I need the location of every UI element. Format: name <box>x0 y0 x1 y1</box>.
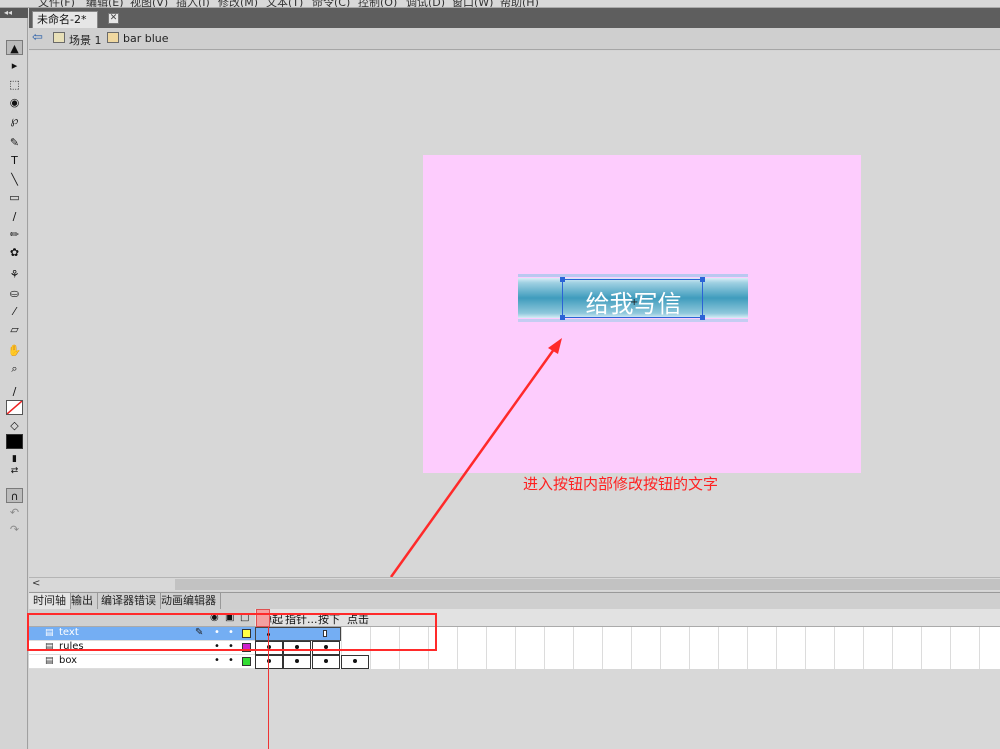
scroll-thumb[interactable] <box>175 579 1000 590</box>
annotation-highlight-box <box>27 613 437 651</box>
horizontal-scrollbar[interactable]: < <box>29 577 1000 591</box>
keyframe-dot <box>324 659 328 663</box>
smooth-icon[interactable]: ↶ <box>6 505 23 520</box>
breadcrumb-symbol[interactable]: bar blue <box>123 32 169 45</box>
edit-bar: ⇦ 场景 1 bar blue <box>29 28 1000 50</box>
tab-output[interactable]: 输出 <box>67 593 98 609</box>
pencil-tool-icon[interactable]: ∕ <box>6 209 23 224</box>
tab-timeline[interactable]: 时间轴 <box>29 593 71 609</box>
menu-help[interactable]: 帮助(H) <box>500 0 539 7</box>
menu-text[interactable]: 文本(T) <box>266 0 303 7</box>
layer-name[interactable]: box <box>59 655 77 666</box>
keyframe[interactable] <box>255 655 283 669</box>
transform-handle[interactable] <box>560 277 565 282</box>
button-text-field[interactable]: 给我写信 + <box>560 277 705 320</box>
no-color-slash-icon <box>6 400 23 415</box>
document-tab[interactable]: 未命名-2* <box>32 11 98 28</box>
zoom-tool-icon[interactable]: ⌕ <box>6 361 23 376</box>
line-tool-icon[interactable]: ╲ <box>6 172 23 187</box>
rectangle-tool-icon[interactable]: ▭ <box>6 190 23 205</box>
transform-handle[interactable] <box>700 315 705 320</box>
scroll-left-icon[interactable]: < <box>32 578 40 589</box>
fill-color-swatch[interactable] <box>6 434 23 449</box>
tab-compiler-errors[interactable]: 编译器错误 <box>97 593 161 609</box>
text-tool-icon[interactable]: T <box>6 153 23 168</box>
swap-colors-icon[interactable]: ⇄ <box>6 464 23 479</box>
bone-tool-icon[interactable]: ⚘ <box>6 267 23 282</box>
lasso-tool-icon[interactable]: ℘ <box>6 113 23 128</box>
tools-collapse-icon[interactable]: ◂◂ <box>0 8 28 18</box>
transform-handle[interactable] <box>560 315 565 320</box>
subselection-tool-icon[interactable]: ▸ <box>6 58 23 73</box>
stroke-color-swatch[interactable] <box>6 400 23 415</box>
button-symbol[interactable]: 给我写信 + <box>518 274 748 322</box>
pasteboard: 给我写信 + 进入按钮内部修改按钮的文字 <box>29 51 1000 577</box>
panel-tab-bar: 时间轴 输出 编译器错误 动画编辑器 <box>29 592 1000 609</box>
breadcrumb-scene[interactable]: 场景 1 <box>69 32 102 48</box>
back-arrow-icon[interactable]: ⇦ <box>32 31 46 45</box>
menu-edit[interactable]: 编辑(E) <box>86 0 124 7</box>
button-top-edge <box>518 274 748 277</box>
pen-tool-icon[interactable]: ✎ <box>6 135 23 150</box>
3d-rotation-tool-icon[interactable]: ◉ <box>6 95 23 110</box>
selection-tool-icon[interactable]: ▲ <box>6 40 23 55</box>
brush-tool-icon[interactable]: ✏ <box>6 227 23 242</box>
layer-row-box[interactable]: ▤ box • • <box>29 655 255 669</box>
menu-control[interactable]: 控制(O) <box>358 0 397 7</box>
menu-bar: 文件(F) 编辑(E) 视图(V) 插入(I) 修改(M) 文本(T) 命令(C… <box>0 0 1000 8</box>
eraser-tool-icon[interactable]: ▱ <box>6 322 23 337</box>
tools-panel: ◂◂ ▲ ▸ ⬚ ◉ ℘ ✎ T ╲ ▭ ∕ ✏ ✿ ⚘ ⛀ ⁄ ▱ ✋ ⌕ ∕… <box>0 8 28 749</box>
close-tab-icon[interactable]: ✕ <box>108 13 119 24</box>
menu-commands[interactable]: 命令(C) <box>312 0 350 7</box>
layer-icon: ▤ <box>45 656 54 666</box>
stroke-color-icon[interactable]: ∕ <box>6 384 23 399</box>
keyframe-dot <box>353 659 357 663</box>
straighten-icon[interactable]: ↷ <box>6 522 23 537</box>
visible-dot[interactable]: • <box>214 655 220 666</box>
stage[interactable]: 给我写信 + <box>423 155 861 473</box>
free-transform-tool-icon[interactable]: ⬚ <box>6 77 23 92</box>
scene-icon <box>53 32 65 43</box>
menu-window[interactable]: 窗口(W) <box>452 0 493 7</box>
button-symbol-icon <box>107 32 119 43</box>
keyframe[interactable] <box>341 655 369 669</box>
keyframe-dot <box>295 659 299 663</box>
keyframe[interactable] <box>283 655 311 669</box>
keyframe[interactable] <box>312 655 340 669</box>
fill-color-icon[interactable]: ◇ <box>6 418 23 433</box>
menu-insert[interactable]: 插入(I) <box>176 0 210 7</box>
registration-point-icon: + <box>630 297 639 308</box>
transform-handle[interactable] <box>700 277 705 282</box>
annotation-text: 进入按钮内部修改按钮的文字 <box>523 475 719 493</box>
menu-file[interactable]: 文件(F) <box>38 0 75 7</box>
hand-tool-icon[interactable]: ✋ <box>6 343 23 358</box>
menu-modify[interactable]: 修改(M) <box>218 0 258 7</box>
menu-debug[interactable]: 调试(D) <box>406 0 445 7</box>
paint-bucket-tool-icon[interactable]: ⛀ <box>6 286 23 301</box>
menu-view[interactable]: 视图(V) <box>130 0 168 7</box>
tab-motion-editor[interactable]: 动画编辑器 <box>157 593 221 609</box>
document-tab-bar: 未命名-2* ✕ <box>29 8 1000 28</box>
flash-editor-window: 文件(F) 编辑(E) 视图(V) 插入(I) 修改(M) 文本(T) 命令(C… <box>0 0 1000 749</box>
eyedropper-tool-icon[interactable]: ⁄ <box>6 304 23 319</box>
button-bottom-edge <box>518 319 748 322</box>
lock-dot[interactable]: • <box>228 655 234 666</box>
frames-row-box[interactable] <box>255 655 1000 669</box>
snap-to-objects-icon[interactable]: ∩ <box>6 488 23 503</box>
deco-tool-icon[interactable]: ✿ <box>6 245 23 260</box>
outline-color-swatch[interactable] <box>242 657 251 666</box>
